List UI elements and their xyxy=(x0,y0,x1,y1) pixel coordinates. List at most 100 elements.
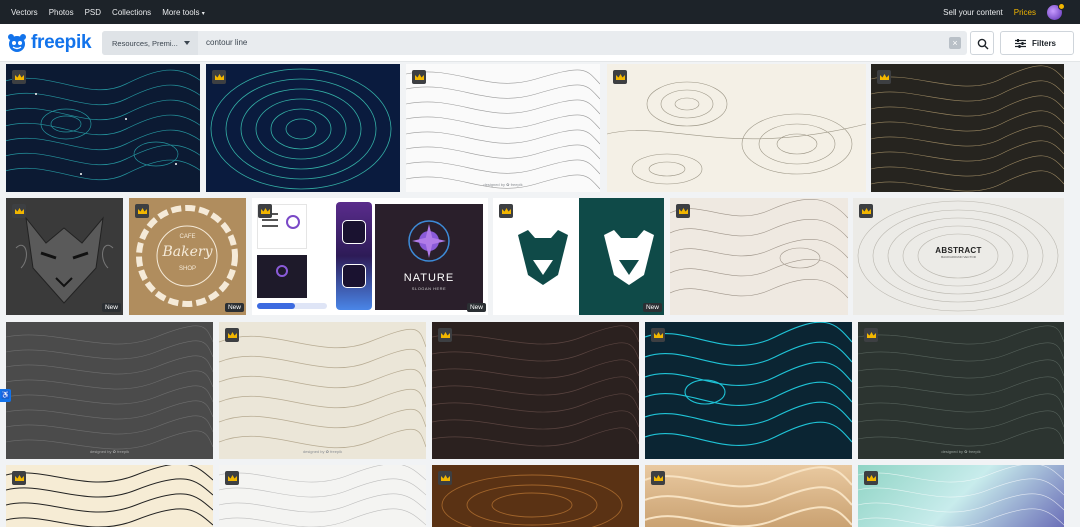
contour-thumbnail xyxy=(645,466,852,527)
resource-type-label: Resources, Premi... xyxy=(112,38,178,48)
result-card[interactable]: designed by ✿ freepik xyxy=(858,322,1064,459)
contour-thumbnail xyxy=(406,69,600,190)
result-card[interactable]: designed by ✿ freepik xyxy=(219,322,426,459)
phone-mockup xyxy=(336,202,372,310)
bakery-bottom-text: SHOP xyxy=(178,266,196,272)
result-card[interactable]: designed by ✿ freepik xyxy=(6,322,213,459)
new-badge: New xyxy=(466,303,486,312)
watermark: designed by ✿ freepik xyxy=(941,449,981,454)
contour-thumbnail xyxy=(432,325,639,447)
nav-collections[interactable]: Collections xyxy=(112,8,151,17)
flower-logo-icon xyxy=(408,220,450,262)
chevron-down-icon: ▾ xyxy=(201,10,205,17)
result-card[interactable] xyxy=(206,64,400,192)
watermark: designed by ✿ freepik xyxy=(89,449,130,454)
nav-vectors[interactable]: Vectors xyxy=(11,8,38,17)
premium-crown-icon xyxy=(225,328,239,342)
watermark: designed by ✿ freepik xyxy=(483,182,523,187)
premium-crown-icon xyxy=(651,471,665,485)
bakery-top-text: CAFE xyxy=(179,234,196,240)
slider-track xyxy=(257,303,327,309)
premium-crown-icon xyxy=(12,471,26,485)
abstract-title: ABSTRACT xyxy=(935,246,982,255)
premium-crown-icon xyxy=(864,471,878,485)
nav-more-tools[interactable]: More tools ▾ xyxy=(162,8,205,17)
result-card[interactable] xyxy=(858,465,1064,527)
result-card[interactable] xyxy=(645,465,852,527)
caret-down-icon xyxy=(184,41,190,45)
contour-thumbnail xyxy=(441,474,623,527)
result-card[interactable] xyxy=(871,64,1064,192)
freepik-logo[interactable]: freepik xyxy=(6,31,92,55)
nav-more-tools-label: More tools xyxy=(162,7,200,17)
freepik-logo-icon xyxy=(8,34,26,52)
premium-crown-icon xyxy=(438,471,452,485)
result-card[interactable] xyxy=(645,322,852,459)
premium-crown-icon xyxy=(499,204,513,218)
logo-text: freepik xyxy=(31,32,92,53)
result-card[interactable] xyxy=(432,322,639,459)
premium-crown-icon xyxy=(258,204,272,218)
filters-button[interactable]: Filters xyxy=(1000,31,1074,55)
premium-crown-icon xyxy=(212,70,226,84)
contour-thumbnail xyxy=(871,65,1064,192)
contour-thumbnail xyxy=(607,81,866,185)
new-badge: New xyxy=(642,303,662,312)
clear-search-icon[interactable]: × xyxy=(949,37,961,49)
premium-crown-icon xyxy=(864,328,878,342)
notification-dot-icon xyxy=(1058,2,1065,10)
premium-crown-icon xyxy=(676,204,690,218)
premium-crown-icon xyxy=(438,328,452,342)
resource-type-select[interactable]: Resources, Premi... xyxy=(102,31,198,55)
result-card[interactable] xyxy=(6,64,200,192)
result-card[interactable] xyxy=(6,465,213,527)
premium-crown-icon xyxy=(135,204,149,218)
contour-thumbnail xyxy=(645,322,852,446)
result-card[interactable]: New xyxy=(6,198,123,315)
search-input[interactable] xyxy=(206,31,806,55)
search-button[interactable] xyxy=(970,31,994,55)
bakery-script-text: Bakery xyxy=(162,244,213,260)
abstract-label: ABSTRACT BACKGROUND VECTOR xyxy=(935,246,981,259)
search-icon xyxy=(977,38,989,50)
top-navigation-bar: Vectors Photos PSD Collections More tool… xyxy=(0,0,1080,24)
nav-photos[interactable]: Photos xyxy=(49,8,74,17)
premium-crown-icon xyxy=(412,70,426,84)
result-card[interactable]: ABSTRACT BACKGROUND VECTOR xyxy=(853,198,1064,315)
search-bar: Resources, Premi... × xyxy=(102,31,967,55)
result-card[interactable]: NATURE SLOGAN HERE New xyxy=(252,198,488,315)
premium-crown-icon xyxy=(859,204,873,218)
contour-thumbnail xyxy=(210,68,392,190)
contour-thumbnail xyxy=(6,465,213,527)
watermark: designed by ✿ freepik xyxy=(302,449,343,454)
sell-your-content-link[interactable]: Sell your content xyxy=(943,8,1003,17)
contour-thumbnail xyxy=(670,198,848,299)
contour-thumbnail xyxy=(6,69,200,181)
result-card[interactable] xyxy=(607,64,866,192)
accessibility-side-tab[interactable]: ♿ xyxy=(0,389,11,402)
premium-crown-icon xyxy=(225,471,239,485)
avatar[interactable] xyxy=(1047,2,1065,20)
premium-crown-icon xyxy=(12,204,26,218)
new-badge: New xyxy=(224,303,244,312)
premium-crown-icon xyxy=(877,70,891,84)
nav-psd[interactable]: PSD xyxy=(85,8,101,17)
premium-crown-icon xyxy=(12,70,26,84)
filters-label: Filters xyxy=(1032,38,1057,48)
result-card[interactable]: designed by ✿ freepik xyxy=(406,64,600,192)
contour-thumbnail xyxy=(858,325,1064,447)
result-card[interactable]: New xyxy=(493,198,664,315)
business-card-dark xyxy=(257,255,307,298)
new-badge: New xyxy=(101,303,121,312)
abstract-subtitle: BACKGROUND VECTOR xyxy=(941,255,976,259)
result-card[interactable]: CAFE Bakery SHOP New xyxy=(129,198,246,315)
prices-link[interactable]: Prices xyxy=(1014,8,1036,17)
nature-title: NATURE xyxy=(403,272,455,284)
contour-thumbnail xyxy=(219,328,426,449)
sliders-icon xyxy=(1015,38,1026,48)
result-card[interactable] xyxy=(670,198,848,315)
nature-slogan: SLOGAN HERE xyxy=(411,286,447,291)
result-card[interactable] xyxy=(219,465,426,527)
result-card[interactable] xyxy=(432,465,639,527)
contour-thumbnail xyxy=(858,465,1064,527)
